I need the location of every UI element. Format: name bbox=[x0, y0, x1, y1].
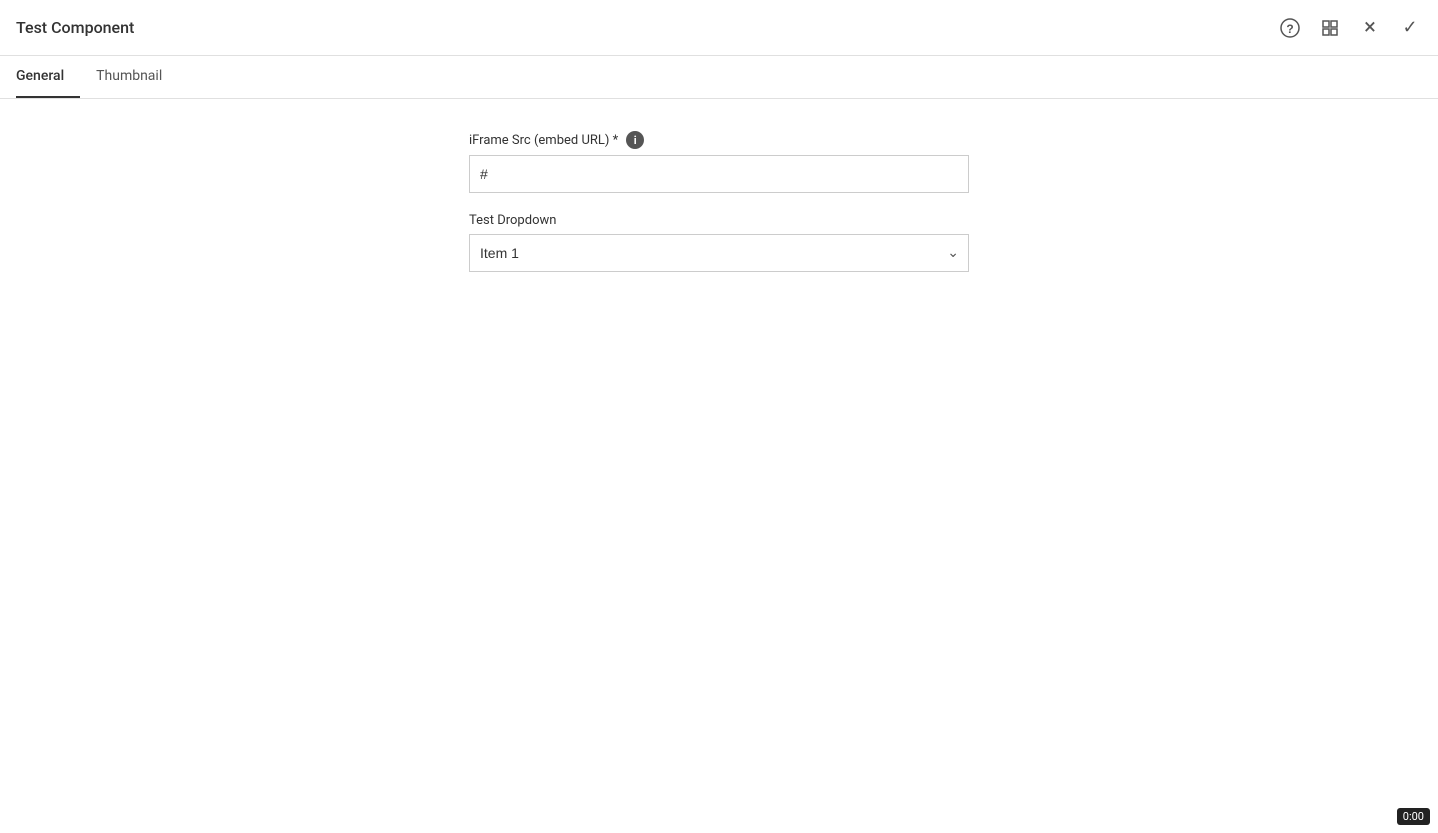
confirm-icon[interactable]: ✓ bbox=[1398, 16, 1422, 40]
close-icon[interactable]: × bbox=[1358, 16, 1382, 40]
test-dropdown[interactable]: Item 1 Item 2 Item 3 bbox=[469, 234, 969, 272]
dropdown-field-group: Test Dropdown Item 1 Item 2 Item 3 ⌄ bbox=[469, 213, 969, 272]
expand-icon[interactable] bbox=[1318, 16, 1342, 40]
iframe-src-label-row: iFrame Src (embed URL) * i bbox=[469, 131, 969, 149]
dropdown-label: Test Dropdown bbox=[469, 213, 556, 228]
timer-badge: 0:00 bbox=[1397, 808, 1430, 825]
svg-text:?: ? bbox=[1286, 22, 1293, 36]
tabs-bar: General Thumbnail bbox=[0, 56, 1438, 99]
tab-thumbnail[interactable]: Thumbnail bbox=[96, 56, 178, 98]
iframe-src-info-icon[interactable]: i bbox=[626, 131, 644, 149]
tab-general[interactable]: General bbox=[16, 56, 80, 98]
page-title: Test Component bbox=[16, 18, 134, 37]
dropdown-wrapper: Item 1 Item 2 Item 3 ⌄ bbox=[469, 234, 969, 272]
iframe-src-field-group: iFrame Src (embed URL) * i bbox=[469, 131, 969, 193]
iframe-src-input[interactable] bbox=[469, 155, 969, 193]
form-area: iFrame Src (embed URL) * i Test Dropdown… bbox=[0, 99, 1438, 324]
form-inner: iFrame Src (embed URL) * i Test Dropdown… bbox=[469, 131, 969, 292]
header: Test Component ? × ✓ bbox=[0, 0, 1438, 56]
dropdown-label-row: Test Dropdown bbox=[469, 213, 969, 228]
help-icon[interactable]: ? bbox=[1278, 16, 1302, 40]
iframe-src-label: iFrame Src (embed URL) * bbox=[469, 133, 618, 148]
header-actions: ? × ✓ bbox=[1278, 16, 1422, 40]
